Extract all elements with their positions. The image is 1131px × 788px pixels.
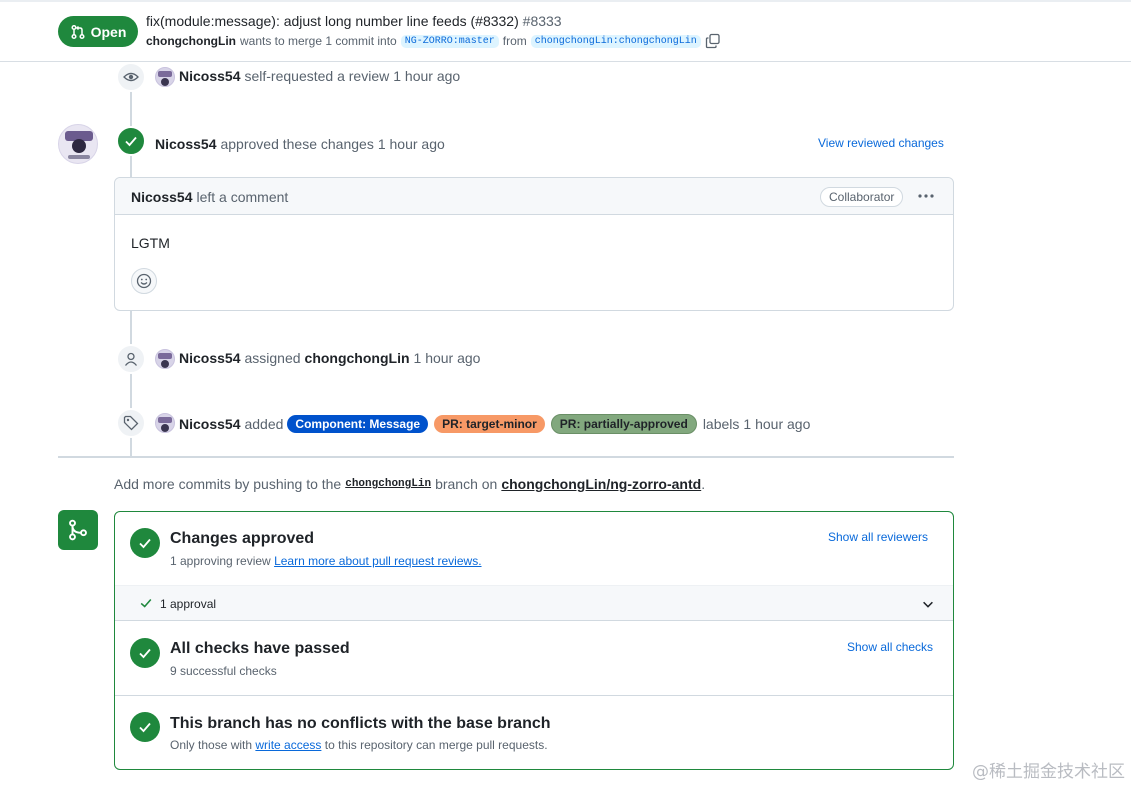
changes-approved-subtitle: 1 approving review Learn more about pull… <box>170 554 482 568</box>
conflict-sub-prefix: Only those with <box>170 738 253 752</box>
section-divider <box>115 695 953 696</box>
push-hint: Add more commits by pushing to the chong… <box>114 476 705 492</box>
event-user[interactable]: Nicoss54 <box>179 350 240 366</box>
show-all-checks-link[interactable]: Show all checks <box>847 640 933 654</box>
pr-header: Open fix(module:message): adjust long nu… <box>0 0 1131 62</box>
check-icon <box>139 722 151 733</box>
conflict-sub-suffix: to this repository can merge pull reques… <box>324 738 548 752</box>
checks-passed-title: All checks have passed <box>170 640 350 657</box>
timeline-event-approved: Nicoss54 approved these changes 1 hour a… <box>155 136 445 152</box>
event-text: assigned <box>244 350 301 366</box>
pr-author[interactable]: chongchongLin <box>146 34 236 48</box>
event-time[interactable]: 1 hour ago <box>393 68 460 84</box>
timeline-event-badge <box>116 62 146 92</box>
avatar[interactable] <box>155 67 175 87</box>
write-access-link[interactable]: write access <box>255 738 321 752</box>
assignee[interactable]: chongchongLin <box>305 350 410 366</box>
learn-more-link[interactable]: Learn more about pull request reviews. <box>274 554 481 568</box>
timeline-event-labeled: Nicoss54 added Component: Message PR: ta… <box>179 414 810 434</box>
timeline-event-badge <box>116 344 146 374</box>
event-text: approved these changes <box>220 136 374 152</box>
no-conflicts-subtitle: Only those with write access to this rep… <box>170 738 548 752</box>
merge-status-icon <box>58 510 98 550</box>
comment-meta: Nicoss54 left a comment <box>131 189 288 205</box>
push-hint-middle: branch on <box>435 476 498 492</box>
add-reaction-button[interactable] <box>131 268 157 294</box>
approval-count: 1 approval <box>160 597 217 611</box>
avatar[interactable] <box>155 413 175 433</box>
status-label: Open <box>90 23 127 40</box>
base-branch[interactable]: NG-ZORRO:master <box>400 34 499 48</box>
no-conflicts-title: This branch has no conflicts with the ba… <box>170 715 551 732</box>
top-border <box>0 0 1131 2</box>
event-time[interactable]: 1 hour ago <box>378 136 445 152</box>
label-partially-approved[interactable]: PR: partially-approved <box>550 414 697 434</box>
tag-icon <box>123 415 139 431</box>
event-time[interactable]: 1 hour ago <box>743 416 810 432</box>
status-badge-open: Open <box>58 16 138 47</box>
label-target-minor[interactable]: PR: target-minor <box>434 415 545 433</box>
git-pull-request-icon <box>71 24 85 39</box>
check-icon <box>125 136 137 147</box>
event-user[interactable]: Nicoss54 <box>155 136 216 152</box>
event-text: added <box>244 416 284 432</box>
avatar[interactable] <box>155 349 175 369</box>
approval-summary-row[interactable]: 1 approval <box>115 585 953 621</box>
review-comment: Nicoss54 left a comment Collaborator LGT… <box>114 177 954 311</box>
push-hint-prefix: Add more commits by pushing to the <box>114 476 342 492</box>
kebab-menu-icon[interactable] <box>917 190 935 202</box>
merge-box: Changes approved 1 approving review Lear… <box>114 511 954 770</box>
person-icon <box>124 352 138 366</box>
timeline-divider <box>58 456 954 458</box>
copy-icon[interactable] <box>705 33 721 49</box>
push-branch[interactable]: chongchongLin <box>345 478 431 490</box>
approving-count-text: 1 approving review <box>170 554 271 568</box>
comment-header: Nicoss54 left a comment Collaborator <box>115 178 953 215</box>
event-user[interactable]: Nicoss54 <box>179 68 240 84</box>
eye-icon <box>123 72 139 82</box>
chevron-down-icon[interactable] <box>921 597 935 611</box>
smiley-icon <box>136 273 152 289</box>
event-text: self-requested a review <box>244 68 390 84</box>
no-conflicts-status-icon <box>130 712 160 742</box>
git-merge-icon <box>69 519 87 541</box>
watermark: @稀土掘金技术社区 <box>972 762 1125 782</box>
pr-subtitle: chongchongLin wants to merge 1 commit in… <box>146 33 721 49</box>
comment-body: LGTM <box>131 235 170 251</box>
comment-action: left a comment <box>196 189 289 205</box>
changes-approved-title: Changes approved <box>170 530 315 547</box>
check-icon <box>139 648 151 659</box>
label-component-message[interactable]: Component: Message <box>287 415 429 433</box>
reviewer-avatar[interactable] <box>58 124 98 164</box>
event-time[interactable]: 1 hour ago <box>414 350 481 366</box>
push-hint-end: . <box>701 476 706 492</box>
checks-subtitle: 9 successful checks <box>170 664 277 678</box>
check-icon <box>140 598 152 608</box>
event-user[interactable]: Nicoss54 <box>179 416 240 432</box>
pr-title: fix(module:message): adjust long number … <box>146 13 562 29</box>
check-icon <box>139 538 151 549</box>
head-branch[interactable]: chongchongLin:chongchongLin <box>530 34 701 48</box>
comment-author[interactable]: Nicoss54 <box>131 189 192 205</box>
pr-title-text: fix(module:message): adjust long number … <box>146 13 519 29</box>
push-repo-link[interactable]: chongchongLin/ng-zorro-antd <box>501 476 701 492</box>
timeline-event-review-request: Nicoss54 self-requested a review 1 hour … <box>179 68 460 84</box>
show-all-reviewers-link[interactable]: Show all reviewers <box>828 530 928 544</box>
approved-status-icon <box>130 528 160 558</box>
merge-text: wants to merge 1 commit into <box>239 34 397 48</box>
labels-suffix: labels <box>702 416 740 432</box>
review-approved-badge <box>116 126 146 156</box>
pr-number: #8333 <box>522 13 562 29</box>
view-reviewed-changes-link[interactable]: View reviewed changes <box>818 136 944 150</box>
timeline-event-badge <box>116 408 146 438</box>
from-text: from <box>502 34 527 48</box>
checks-status-icon <box>130 638 160 668</box>
timeline-event-assigned: Nicoss54 assigned chongchongLin 1 hour a… <box>179 350 480 366</box>
collaborator-badge: Collaborator <box>820 187 904 207</box>
